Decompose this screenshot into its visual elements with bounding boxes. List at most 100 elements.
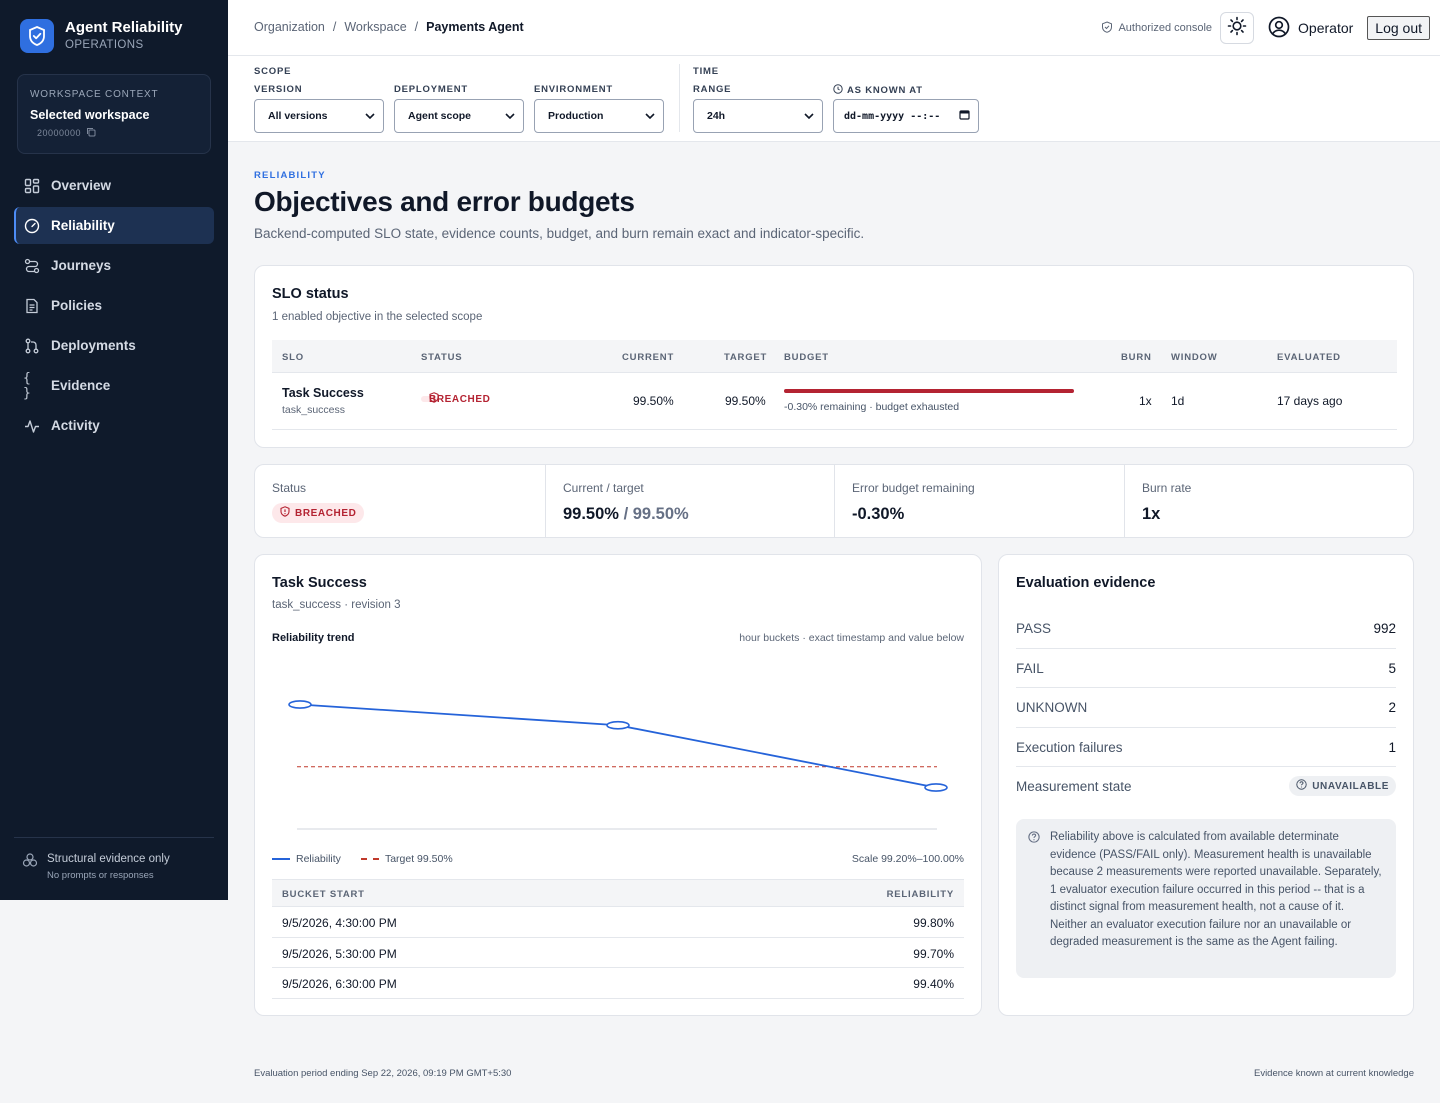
range-select[interactable]: 24h bbox=[693, 99, 823, 133]
table-row[interactable]: Task Success task_success BREACHED 99.50… bbox=[272, 373, 1397, 430]
slo-target: 99.50% bbox=[725, 394, 766, 408]
sidebar-item-label: Reliability bbox=[51, 218, 115, 233]
evidence-value: 992 bbox=[1373, 621, 1396, 636]
slo-current: 99.50% bbox=[633, 394, 674, 408]
evidence-key: Execution failures bbox=[1016, 739, 1123, 755]
sidebar-item-journeys[interactable]: Journeys bbox=[14, 247, 214, 284]
list-item: PASS 992 bbox=[1016, 609, 1396, 649]
sidebar-item-deployments[interactable]: Deployments bbox=[14, 327, 214, 364]
col-window: WINDOW bbox=[1171, 352, 1218, 363]
slo-name[interactable]: Task Success bbox=[282, 386, 364, 400]
budget-bar bbox=[784, 389, 1074, 393]
as-known-at-text: AS KNOWN AT bbox=[847, 85, 923, 96]
data-point[interactable] bbox=[924, 783, 948, 792]
page-eyebrow: RELIABILITY bbox=[254, 170, 326, 181]
stat-status: Status BREACHED bbox=[254, 464, 546, 538]
copy-icon[interactable] bbox=[86, 127, 96, 139]
table-row: 9/5/2026, 5:30:00 PM 99.70% bbox=[272, 938, 964, 968]
crumb-organization[interactable]: Organization bbox=[254, 20, 325, 34]
sidebar-item-evidence[interactable]: { } Evidence bbox=[14, 367, 214, 404]
slo-key: task_success bbox=[282, 404, 346, 416]
sidebar-footer: Structural evidence only No prompts or r… bbox=[14, 837, 214, 881]
trend-card: Task Success task_success · revision 3 R… bbox=[254, 554, 982, 1016]
deployment-value: Agent scope bbox=[408, 110, 472, 122]
sidebar-nav: Overview Reliability Journeys Policies D… bbox=[14, 167, 214, 447]
slo-table: SLO STATUS CURRENT TARGET BUDGET BURN WI… bbox=[272, 340, 1397, 430]
stat-burn-value: 1x bbox=[1142, 505, 1161, 523]
environment-select[interactable]: Production bbox=[534, 99, 664, 133]
legend-target-label: Target 99.50% bbox=[384, 853, 453, 865]
sidebar-item-activity[interactable]: Activity bbox=[14, 407, 214, 444]
data-point[interactable] bbox=[606, 720, 630, 730]
table-row: 9/5/2026, 4:30:00 PM 99.80% bbox=[272, 907, 964, 938]
as-known-at-value: dd-mm-yyyy --:-- bbox=[844, 110, 941, 122]
evidence-card: Evaluation evidence PASS 992 FAIL 5 UNKN… bbox=[998, 554, 1414, 1016]
legend-target-swatch bbox=[360, 858, 379, 860]
sidebar-item-reliability[interactable]: Reliability bbox=[14, 207, 214, 244]
chart-scale: Scale 99.20%–100.00% bbox=[851, 853, 964, 865]
logout-button[interactable]: Log out bbox=[1367, 16, 1430, 40]
data-point[interactable] bbox=[288, 700, 312, 709]
page-subtitle: Backend-computed SLO state, evidence cou… bbox=[254, 226, 865, 241]
slo-window: 1d bbox=[1171, 394, 1185, 408]
status-badge-label: BREACHED bbox=[429, 393, 491, 405]
environment-value: Production bbox=[548, 110, 604, 122]
clock-icon bbox=[833, 84, 843, 97]
help-circle-icon bbox=[1296, 779, 1307, 793]
legend-series-label: Reliability bbox=[296, 853, 341, 865]
bucket-start: 9/5/2026, 6:30:00 PM bbox=[282, 977, 397, 991]
stat-target-value: / 99.50% bbox=[623, 505, 689, 523]
col-evaluated: EVALUATED bbox=[1277, 352, 1341, 363]
chevron-down-icon bbox=[505, 110, 515, 122]
filter-bar: SCOPE TIME VERSION All versions DEPLOYME… bbox=[228, 56, 1440, 142]
col-target: TARGET bbox=[724, 352, 768, 363]
sidebar-item-label: Journeys bbox=[51, 258, 112, 273]
chevron-down-icon bbox=[645, 110, 655, 122]
stat-error-budget: Error budget remaining -0.30% bbox=[834, 464, 1125, 538]
range-label: RANGE bbox=[693, 84, 732, 95]
col-status: STATUS bbox=[421, 352, 463, 363]
sidebar-item-overview[interactable]: Overview bbox=[14, 167, 214, 204]
chevron-down-icon bbox=[804, 110, 814, 122]
stat-status-label: Status bbox=[272, 481, 307, 495]
crumb-current: Payments Agent bbox=[426, 20, 524, 34]
range-value: 24h bbox=[707, 110, 726, 122]
stat-current-value: 99.50% bbox=[563, 505, 619, 523]
deployment-select[interactable]: Agent scope bbox=[394, 99, 524, 133]
crumb-workspace[interactable]: Workspace bbox=[344, 20, 406, 34]
operator-menu[interactable]: Operator bbox=[1268, 16, 1353, 41]
deployment-label: DEPLOYMENT bbox=[394, 84, 468, 95]
slo-status-card: SLO status 1 enabled objective in the se… bbox=[254, 265, 1414, 448]
sidebar-item-policies[interactable]: Policies bbox=[14, 287, 214, 324]
evidence-key: FAIL bbox=[1016, 660, 1044, 676]
chart-title: Reliability trend bbox=[272, 632, 355, 644]
version-select[interactable]: All versions bbox=[254, 99, 384, 133]
trend-title: Task Success bbox=[272, 575, 367, 591]
footer-title: Structural evidence only bbox=[47, 853, 170, 865]
theme-toggle-button[interactable] bbox=[1220, 12, 1255, 44]
filter-divider bbox=[679, 64, 680, 132]
stat-burn-label: Burn rate bbox=[1142, 481, 1192, 495]
stat-current-target: Current / target 99.50% / 99.50% bbox=[545, 464, 835, 538]
calendar-icon bbox=[959, 109, 970, 123]
evidence-note-text: Reliability above is calculated from ava… bbox=[1050, 831, 1382, 948]
col-burn: BURN bbox=[1121, 352, 1152, 363]
as-known-at-input[interactable]: dd-mm-yyyy --:-- bbox=[833, 99, 979, 133]
brand[interactable]: Agent Reliability OPERATIONS bbox=[20, 19, 183, 53]
evidence-value: 2 bbox=[1388, 700, 1396, 715]
measurement-badge: UNAVAILABLE bbox=[1289, 776, 1396, 796]
page-title: Objectives and error budgets bbox=[254, 186, 635, 217]
workspace-label: WORKSPACE CONTEXT bbox=[30, 89, 159, 100]
sidebar-item-label: Deployments bbox=[51, 338, 136, 353]
status-badge-label: BREACHED bbox=[295, 507, 357, 519]
user-circle-icon bbox=[1268, 16, 1290, 41]
stat-budget-value: -0.30% bbox=[852, 505, 905, 523]
col-budget: BUDGET bbox=[784, 352, 829, 363]
table-row: 9/5/2026, 6:30:00 PM 99.40% bbox=[272, 968, 964, 999]
stat-burn-rate: Burn rate 1x bbox=[1124, 464, 1414, 538]
sun-icon bbox=[1227, 16, 1247, 41]
authorized-label: Authorized console bbox=[1118, 22, 1213, 34]
list-item: Execution failures 1 bbox=[1016, 728, 1396, 767]
evidence-title: Evaluation evidence bbox=[1016, 575, 1156, 591]
brand-title: Agent Reliability bbox=[65, 19, 183, 36]
